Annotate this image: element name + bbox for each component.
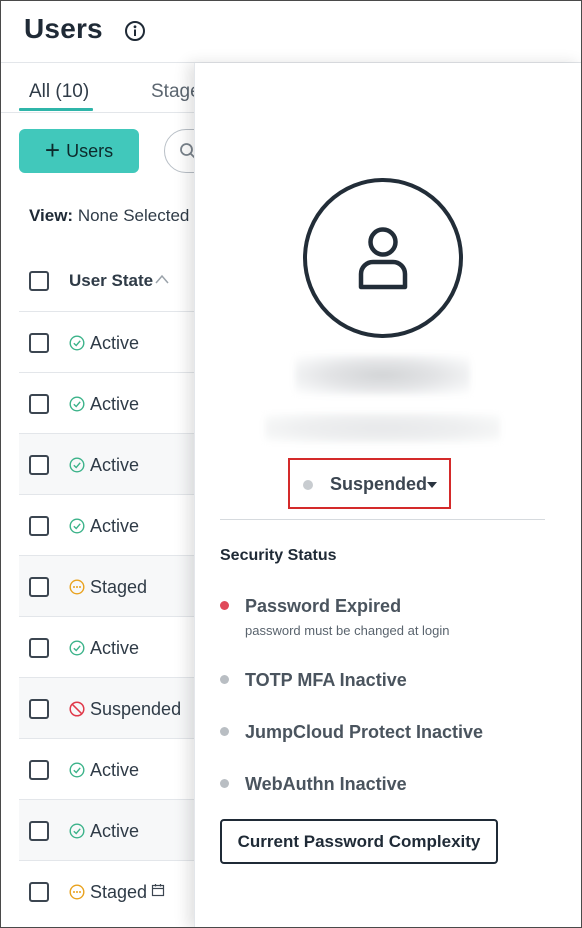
current-password-complexity-button[interactable]: Current Password Complexity <box>220 819 498 864</box>
user-email-redacted <box>265 413 500 443</box>
avatar <box>303 178 463 338</box>
select-all-checkbox[interactable] <box>29 271 49 291</box>
user-state: Active <box>90 455 140 475</box>
table-row[interactable]: Active <box>19 738 199 799</box>
view-selector[interactable]: View: None Selected <box>29 206 189 226</box>
user-state: Active <box>90 333 140 353</box>
view-value: None Selected <box>77 206 190 225</box>
table-row[interactable]: Staged <box>19 860 199 921</box>
row-checkbox[interactable] <box>29 516 49 536</box>
status-dot <box>303 480 313 490</box>
row-checkbox[interactable] <box>29 394 49 414</box>
check-circle-icon <box>69 823 85 839</box>
user-state: Active <box>90 821 140 841</box>
check-circle-icon <box>69 640 85 656</box>
table-row[interactable]: Active <box>19 616 199 677</box>
page-title: Users <box>24 13 103 44</box>
column-header-user-state[interactable]: User State <box>69 271 153 291</box>
prohibited-icon <box>69 701 85 717</box>
table-row[interactable]: Active <box>19 494 199 555</box>
user-state: Staged <box>90 577 148 597</box>
add-users-label: Users <box>66 140 114 161</box>
row-checkbox[interactable] <box>29 638 49 658</box>
table-row[interactable]: Active <box>19 311 199 372</box>
app-window: Users All (10) Stage + Users View: None … <box>0 0 582 928</box>
sort-up-icon[interactable] <box>155 274 169 284</box>
security-item-label: WebAuthn Inactive <box>245 774 407 794</box>
user-state: Active <box>90 394 140 414</box>
user-tabs: All (10) Stage <box>1 63 201 113</box>
row-checkbox[interactable] <box>29 577 49 597</box>
row-checkbox[interactable] <box>29 882 49 902</box>
chevron-down-icon <box>427 482 437 488</box>
user-state: Active <box>90 760 140 780</box>
view-label: View: <box>29 206 74 225</box>
check-circle-icon <box>69 457 85 473</box>
security-item-label: JumpCloud Protect Inactive <box>245 722 484 742</box>
divider <box>220 519 545 520</box>
user-icon <box>358 227 408 290</box>
row-checkbox[interactable] <box>29 333 49 353</box>
page-header: Users <box>1 1 581 63</box>
status-dot <box>220 601 229 610</box>
active-tab-indicator <box>19 108 93 111</box>
check-circle-icon <box>69 396 85 412</box>
ellipsis-circle-icon <box>69 579 85 595</box>
plus-icon: + <box>44 135 61 165</box>
table-header: User State <box>19 253 199 311</box>
user-name-redacted <box>295 355 470 395</box>
user-state: Active <box>90 516 140 536</box>
table-row[interactable]: Suspended <box>19 677 199 738</box>
row-checkbox[interactable] <box>29 821 49 841</box>
status-label: Suspended <box>330 474 428 494</box>
table-row[interactable]: Active <box>19 799 199 860</box>
table-row[interactable]: Staged <box>19 555 199 616</box>
status-dot <box>220 727 229 736</box>
table-row[interactable]: Active <box>19 433 199 494</box>
check-circle-icon <box>69 762 85 778</box>
info-icon[interactable] <box>124 20 146 42</box>
ellipsis-circle-icon <box>69 884 85 900</box>
security-item-detail: password must be changed at login <box>245 623 450 638</box>
check-circle-icon <box>69 335 85 351</box>
status-dot <box>220 779 229 788</box>
user-state: Active <box>90 638 140 658</box>
row-checkbox[interactable] <box>29 760 49 780</box>
user-state: Suspended <box>90 699 182 719</box>
status-dot <box>220 675 229 684</box>
user-list: Active Active Active Active Staged Activ… <box>19 311 199 921</box>
user-status-dropdown[interactable]: Suspended <box>288 458 451 509</box>
security-status-title: Security Status <box>220 547 337 564</box>
user-state: Staged <box>90 882 148 902</box>
check-circle-icon <box>69 518 85 534</box>
row-checkbox[interactable] <box>29 699 49 719</box>
table-row[interactable]: Active <box>19 372 199 433</box>
user-details-panel: Suspended Security Status Password Expir… <box>194 63 581 927</box>
add-users-button[interactable]: + Users <box>19 129 139 173</box>
tab-all[interactable]: All (10) <box>29 81 89 103</box>
calendar-icon <box>151 884 165 897</box>
row-checkbox[interactable] <box>29 455 49 475</box>
security-item-label: Password Expired <box>245 596 402 616</box>
security-item-label: TOTP MFA Inactive <box>245 670 407 690</box>
